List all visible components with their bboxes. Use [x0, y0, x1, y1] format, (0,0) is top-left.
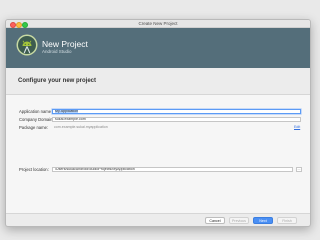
window-titlebar: Create New Project	[6, 20, 310, 28]
android-studio-icon	[16, 34, 38, 56]
cancel-button[interactable]: Cancel	[205, 217, 225, 224]
window-title: Create New Project	[138, 21, 178, 26]
application-name-field[interactable]: My Application	[52, 108, 301, 114]
application-name-value: My Application	[55, 108, 79, 113]
package-name-label: Package name:	[19, 125, 49, 130]
form-panel: Application name: My Application Company…	[6, 94, 310, 214]
project-location-label: Project location:	[19, 167, 49, 172]
company-domain-field[interactable]: sukai.example.com	[52, 116, 301, 122]
banner-title: New Project	[42, 39, 88, 49]
browse-location-button[interactable]: ...	[296, 166, 302, 172]
previous-button[interactable]: Previous	[229, 217, 249, 224]
create-project-window: Create New Project New Project Android S…	[5, 19, 311, 227]
next-button[interactable]: Next	[253, 217, 273, 224]
banner-subtitle: Android Studio	[42, 49, 72, 54]
project-location-field[interactable]: /Users/sukai/AndroidStudioProjects/MyApp…	[52, 166, 293, 172]
page-heading: Configure your new project	[18, 78, 97, 84]
finish-button[interactable]: Finish	[277, 217, 297, 224]
package-edit-link[interactable]: Edit	[294, 125, 300, 129]
header-banner: New Project Android Studio	[6, 28, 310, 68]
package-name-value: com.example.sukai.myapplication	[54, 125, 108, 130]
application-name-label: Application name:	[19, 109, 53, 114]
company-domain-label: Company Domain:	[19, 117, 54, 122]
